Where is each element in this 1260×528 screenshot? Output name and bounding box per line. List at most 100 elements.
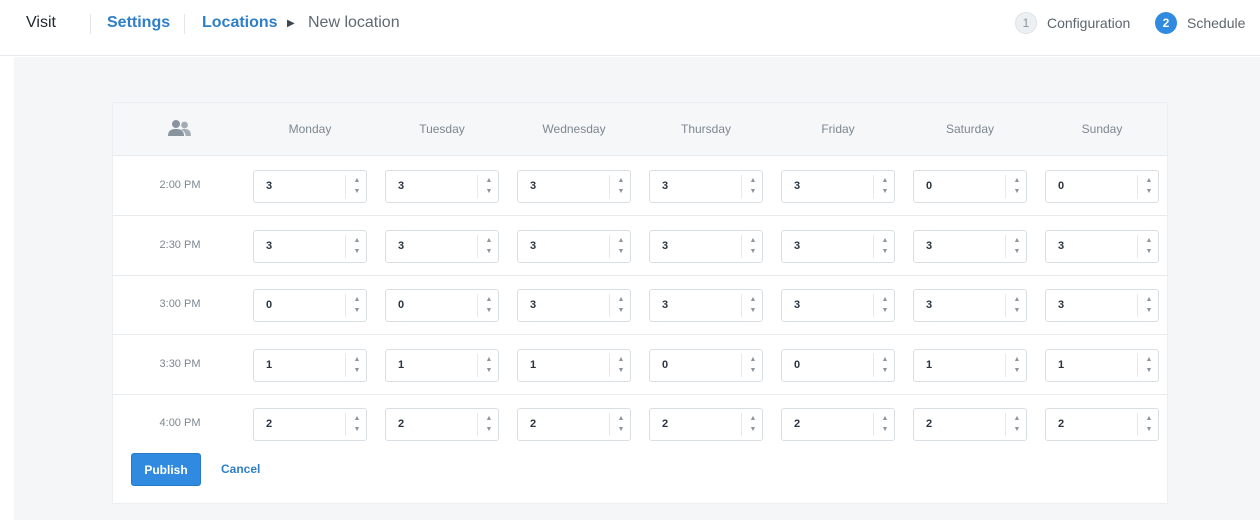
quantity-value[interactable]: 3 — [398, 231, 404, 262]
quantity-stepper[interactable]: 0 ▲ ▼ — [781, 348, 895, 382]
quantity-value[interactable]: 0 — [266, 290, 272, 321]
decrement-arrow-icon[interactable]: ▼ — [484, 247, 494, 257]
quantity-value[interactable]: 0 — [662, 350, 668, 381]
quantity-value[interactable]: 0 — [398, 290, 404, 321]
decrement-arrow-icon[interactable]: ▼ — [1012, 425, 1022, 435]
decrement-arrow-icon[interactable]: ▼ — [1144, 247, 1154, 257]
decrement-arrow-icon[interactable]: ▼ — [352, 425, 362, 435]
quantity-value[interactable]: 0 — [926, 171, 932, 202]
quantity-value[interactable]: 3 — [794, 231, 800, 262]
increment-arrow-icon[interactable]: ▲ — [748, 295, 758, 305]
decrement-arrow-icon[interactable]: ▼ — [880, 247, 890, 257]
quantity-stepper[interactable]: 1 ▲ ▼ — [385, 348, 499, 382]
quantity-stepper[interactable]: 3 ▲ ▼ — [1045, 229, 1159, 263]
quantity-value[interactable]: 1 — [530, 350, 536, 381]
quantity-value[interactable]: 2 — [1058, 409, 1064, 440]
decrement-arrow-icon[interactable]: ▼ — [616, 425, 626, 435]
decrement-arrow-icon[interactable]: ▼ — [748, 187, 758, 197]
quantity-stepper[interactable]: 3 ▲ ▼ — [649, 289, 763, 322]
increment-arrow-icon[interactable]: ▲ — [616, 414, 626, 424]
quantity-stepper[interactable]: 2 ▲ ▼ — [649, 408, 763, 441]
quantity-stepper[interactable]: 3 ▲ ▼ — [781, 229, 895, 263]
increment-arrow-icon[interactable]: ▲ — [484, 236, 494, 246]
quantity-value[interactable]: 3 — [662, 171, 668, 202]
increment-arrow-icon[interactable]: ▲ — [352, 236, 362, 246]
increment-arrow-icon[interactable]: ▲ — [1144, 414, 1154, 424]
quantity-stepper[interactable]: 3 ▲ ▼ — [913, 229, 1027, 263]
increment-arrow-icon[interactable]: ▲ — [1144, 236, 1154, 246]
quantity-stepper[interactable]: 3 ▲ ▼ — [781, 289, 895, 322]
quantity-value[interactable]: 3 — [794, 171, 800, 202]
quantity-stepper[interactable]: 2 ▲ ▼ — [253, 408, 367, 441]
quantity-stepper[interactable]: 1 ▲ ▼ — [913, 348, 1027, 382]
decrement-arrow-icon[interactable]: ▼ — [748, 366, 758, 376]
quantity-value[interactable]: 3 — [1058, 231, 1064, 262]
decrement-arrow-icon[interactable]: ▼ — [1012, 366, 1022, 376]
increment-arrow-icon[interactable]: ▲ — [352, 295, 362, 305]
decrement-arrow-icon[interactable]: ▼ — [1012, 306, 1022, 316]
decrement-arrow-icon[interactable]: ▼ — [1144, 366, 1154, 376]
increment-arrow-icon[interactable]: ▲ — [352, 355, 362, 365]
increment-arrow-icon[interactable]: ▲ — [616, 236, 626, 246]
increment-arrow-icon[interactable]: ▲ — [1012, 295, 1022, 305]
app-brand[interactable]: Visit — [26, 14, 56, 32]
increment-arrow-icon[interactable]: ▲ — [484, 176, 494, 186]
increment-arrow-icon[interactable]: ▲ — [748, 414, 758, 424]
quantity-value[interactable]: 1 — [926, 350, 932, 381]
decrement-arrow-icon[interactable]: ▼ — [880, 306, 890, 316]
quantity-value[interactable]: 3 — [1058, 290, 1064, 321]
quantity-stepper[interactable]: 2 ▲ ▼ — [385, 408, 499, 441]
increment-arrow-icon[interactable]: ▲ — [352, 176, 362, 186]
increment-arrow-icon[interactable]: ▲ — [484, 414, 494, 424]
quantity-stepper[interactable]: 3 ▲ ▼ — [385, 229, 499, 263]
quantity-stepper[interactable]: 1 ▲ ▼ — [1045, 348, 1159, 382]
increment-arrow-icon[interactable]: ▲ — [1144, 295, 1154, 305]
decrement-arrow-icon[interactable]: ▼ — [484, 366, 494, 376]
quantity-value[interactable]: 2 — [662, 409, 668, 440]
cancel-button[interactable]: Cancel — [221, 453, 260, 486]
step-configuration[interactable]: 1 Configuration — [1015, 12, 1130, 34]
decrement-arrow-icon[interactable]: ▼ — [352, 306, 362, 316]
step-schedule[interactable]: 2 Schedule — [1155, 12, 1245, 34]
quantity-stepper[interactable]: 0 ▲ ▼ — [1045, 170, 1159, 203]
quantity-value[interactable]: 3 — [662, 290, 668, 321]
quantity-stepper[interactable]: 0 ▲ ▼ — [385, 289, 499, 322]
decrement-arrow-icon[interactable]: ▼ — [880, 366, 890, 376]
quantity-stepper[interactable]: 3 ▲ ▼ — [1045, 289, 1159, 322]
quantity-stepper[interactable]: 3 ▲ ▼ — [253, 170, 367, 203]
quantity-value[interactable]: 1 — [1058, 350, 1064, 381]
increment-arrow-icon[interactable]: ▲ — [1144, 355, 1154, 365]
publish-button[interactable]: Publish — [131, 453, 201, 486]
decrement-arrow-icon[interactable]: ▼ — [352, 187, 362, 197]
quantity-stepper[interactable]: 3 ▲ ▼ — [517, 229, 631, 263]
quantity-stepper[interactable]: 3 ▲ ▼ — [385, 170, 499, 203]
quantity-stepper[interactable]: 0 ▲ ▼ — [253, 289, 367, 322]
quantity-stepper[interactable]: 2 ▲ ▼ — [913, 408, 1027, 441]
quantity-value[interactable]: 3 — [530, 171, 536, 202]
decrement-arrow-icon[interactable]: ▼ — [1144, 306, 1154, 316]
decrement-arrow-icon[interactable]: ▼ — [748, 247, 758, 257]
increment-arrow-icon[interactable]: ▲ — [748, 355, 758, 365]
quantity-value[interactable]: 2 — [398, 409, 404, 440]
decrement-arrow-icon[interactable]: ▼ — [352, 366, 362, 376]
quantity-stepper[interactable]: 0 ▲ ▼ — [649, 348, 763, 382]
breadcrumb-locations[interactable]: Locations — [202, 14, 278, 32]
decrement-arrow-icon[interactable]: ▼ — [484, 306, 494, 316]
increment-arrow-icon[interactable]: ▲ — [1012, 355, 1022, 365]
quantity-stepper[interactable]: 1 ▲ ▼ — [253, 348, 367, 382]
quantity-value[interactable]: 2 — [266, 409, 272, 440]
quantity-value[interactable]: 3 — [398, 171, 404, 202]
increment-arrow-icon[interactable]: ▲ — [1012, 414, 1022, 424]
increment-arrow-icon[interactable]: ▲ — [880, 355, 890, 365]
increment-arrow-icon[interactable]: ▲ — [748, 236, 758, 246]
increment-arrow-icon[interactable]: ▲ — [484, 295, 494, 305]
quantity-value[interactable]: 0 — [1058, 171, 1064, 202]
quantity-value[interactable]: 1 — [398, 350, 404, 381]
quantity-value[interactable]: 2 — [926, 409, 932, 440]
increment-arrow-icon[interactable]: ▲ — [352, 414, 362, 424]
increment-arrow-icon[interactable]: ▲ — [616, 295, 626, 305]
decrement-arrow-icon[interactable]: ▼ — [616, 366, 626, 376]
quantity-value[interactable]: 3 — [926, 290, 932, 321]
quantity-value[interactable]: 3 — [266, 231, 272, 262]
quantity-stepper[interactable]: 1 ▲ ▼ — [517, 348, 631, 382]
